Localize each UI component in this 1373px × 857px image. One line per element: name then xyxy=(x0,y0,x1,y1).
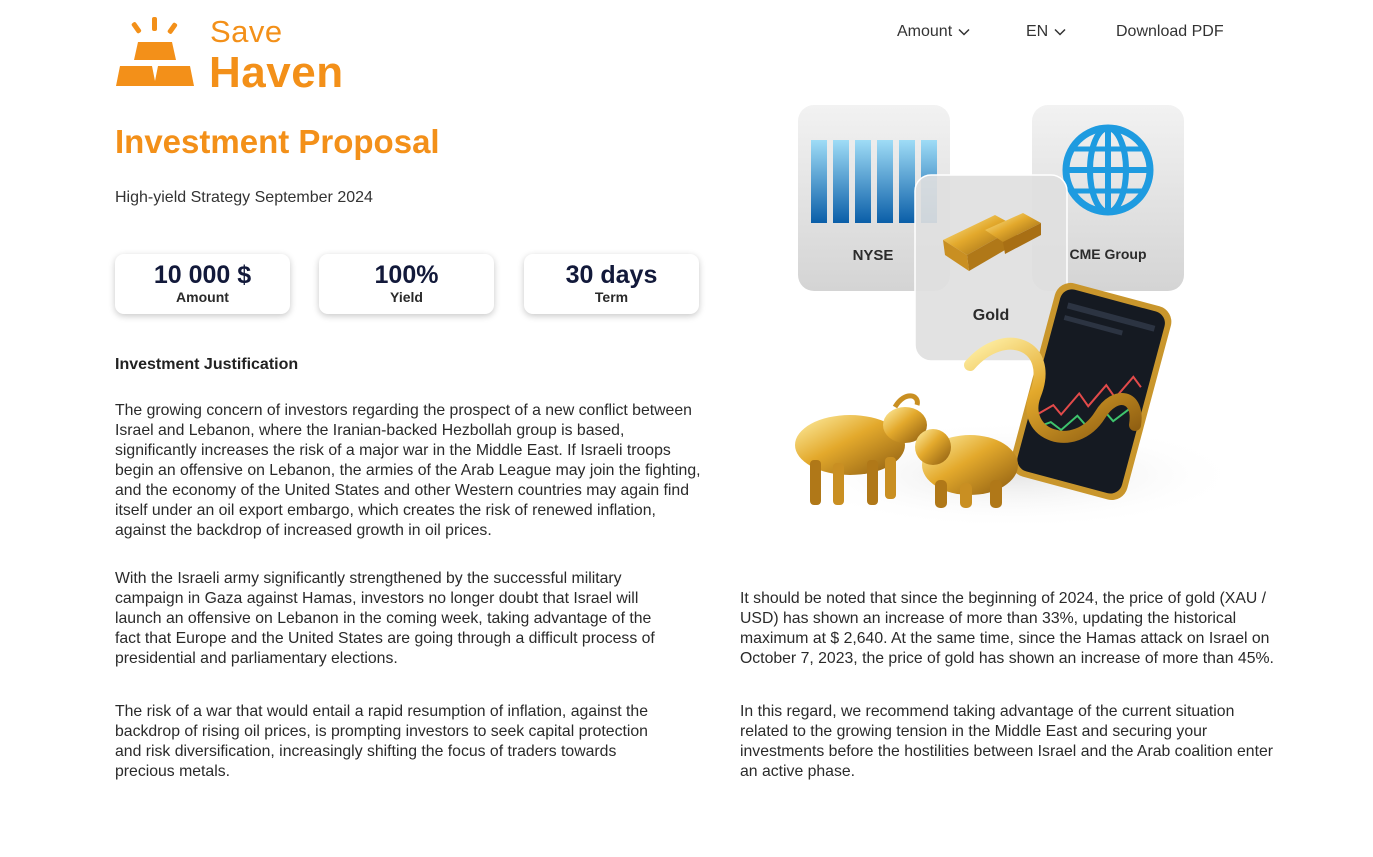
stat-value: 30 days xyxy=(565,261,658,289)
stat-value: 100% xyxy=(374,261,439,289)
language-dropdown-label: EN xyxy=(1026,23,1049,40)
paragraph: It should be noted that since the beginn… xyxy=(740,590,1274,667)
stat-label: Yield xyxy=(390,289,423,305)
page-subtitle: High-yield Strategy September 2024 xyxy=(115,189,373,206)
language-dropdown[interactable]: EN xyxy=(1026,20,1066,44)
stat-value: 10 000 $ xyxy=(153,261,252,289)
chevron-down-icon xyxy=(1054,28,1066,36)
paragraph: The risk of a war that would entail a ra… xyxy=(115,703,648,780)
brand-logo[interactable]: Save Haven xyxy=(114,14,374,97)
paragraph: The growing concern of investors regardi… xyxy=(115,402,701,539)
section-heading: Investment Justification xyxy=(115,356,299,373)
nyse-card-label: NYSE xyxy=(853,247,894,264)
chevron-down-icon xyxy=(958,28,970,36)
amount-dropdown-label: Amount xyxy=(897,23,953,40)
stat-card-yield: 100% Yield xyxy=(319,254,494,314)
gold-card-label: Gold xyxy=(973,307,1009,324)
page-title: Investment Proposal xyxy=(115,123,440,160)
gold-bars-icon xyxy=(116,17,194,86)
stat-card-term: 30 days Term xyxy=(524,254,699,314)
stat-label: Term xyxy=(594,289,629,305)
amount-dropdown[interactable]: Amount xyxy=(897,20,970,44)
brand-name-haven: Haven xyxy=(209,48,344,97)
paragraph: With the Israeli army significantly stre… xyxy=(115,570,655,667)
stat-label: Amount xyxy=(176,289,229,305)
paragraph: In this regard, we recommend taking adva… xyxy=(740,703,1274,780)
globe-icon xyxy=(1062,124,1154,216)
cme-card-label: CME Group xyxy=(1070,246,1147,262)
hero-illustration: NYSE CME Group Gold xyxy=(785,105,1245,530)
brand-name-save: Save xyxy=(210,14,283,49)
gold-card: Gold xyxy=(914,174,1068,362)
download-pdf-label: Download PDF xyxy=(1116,23,1224,40)
stat-card-amount: 10 000 $ Amount xyxy=(115,254,290,314)
download-pdf-link[interactable]: Download PDF xyxy=(1116,20,1224,44)
